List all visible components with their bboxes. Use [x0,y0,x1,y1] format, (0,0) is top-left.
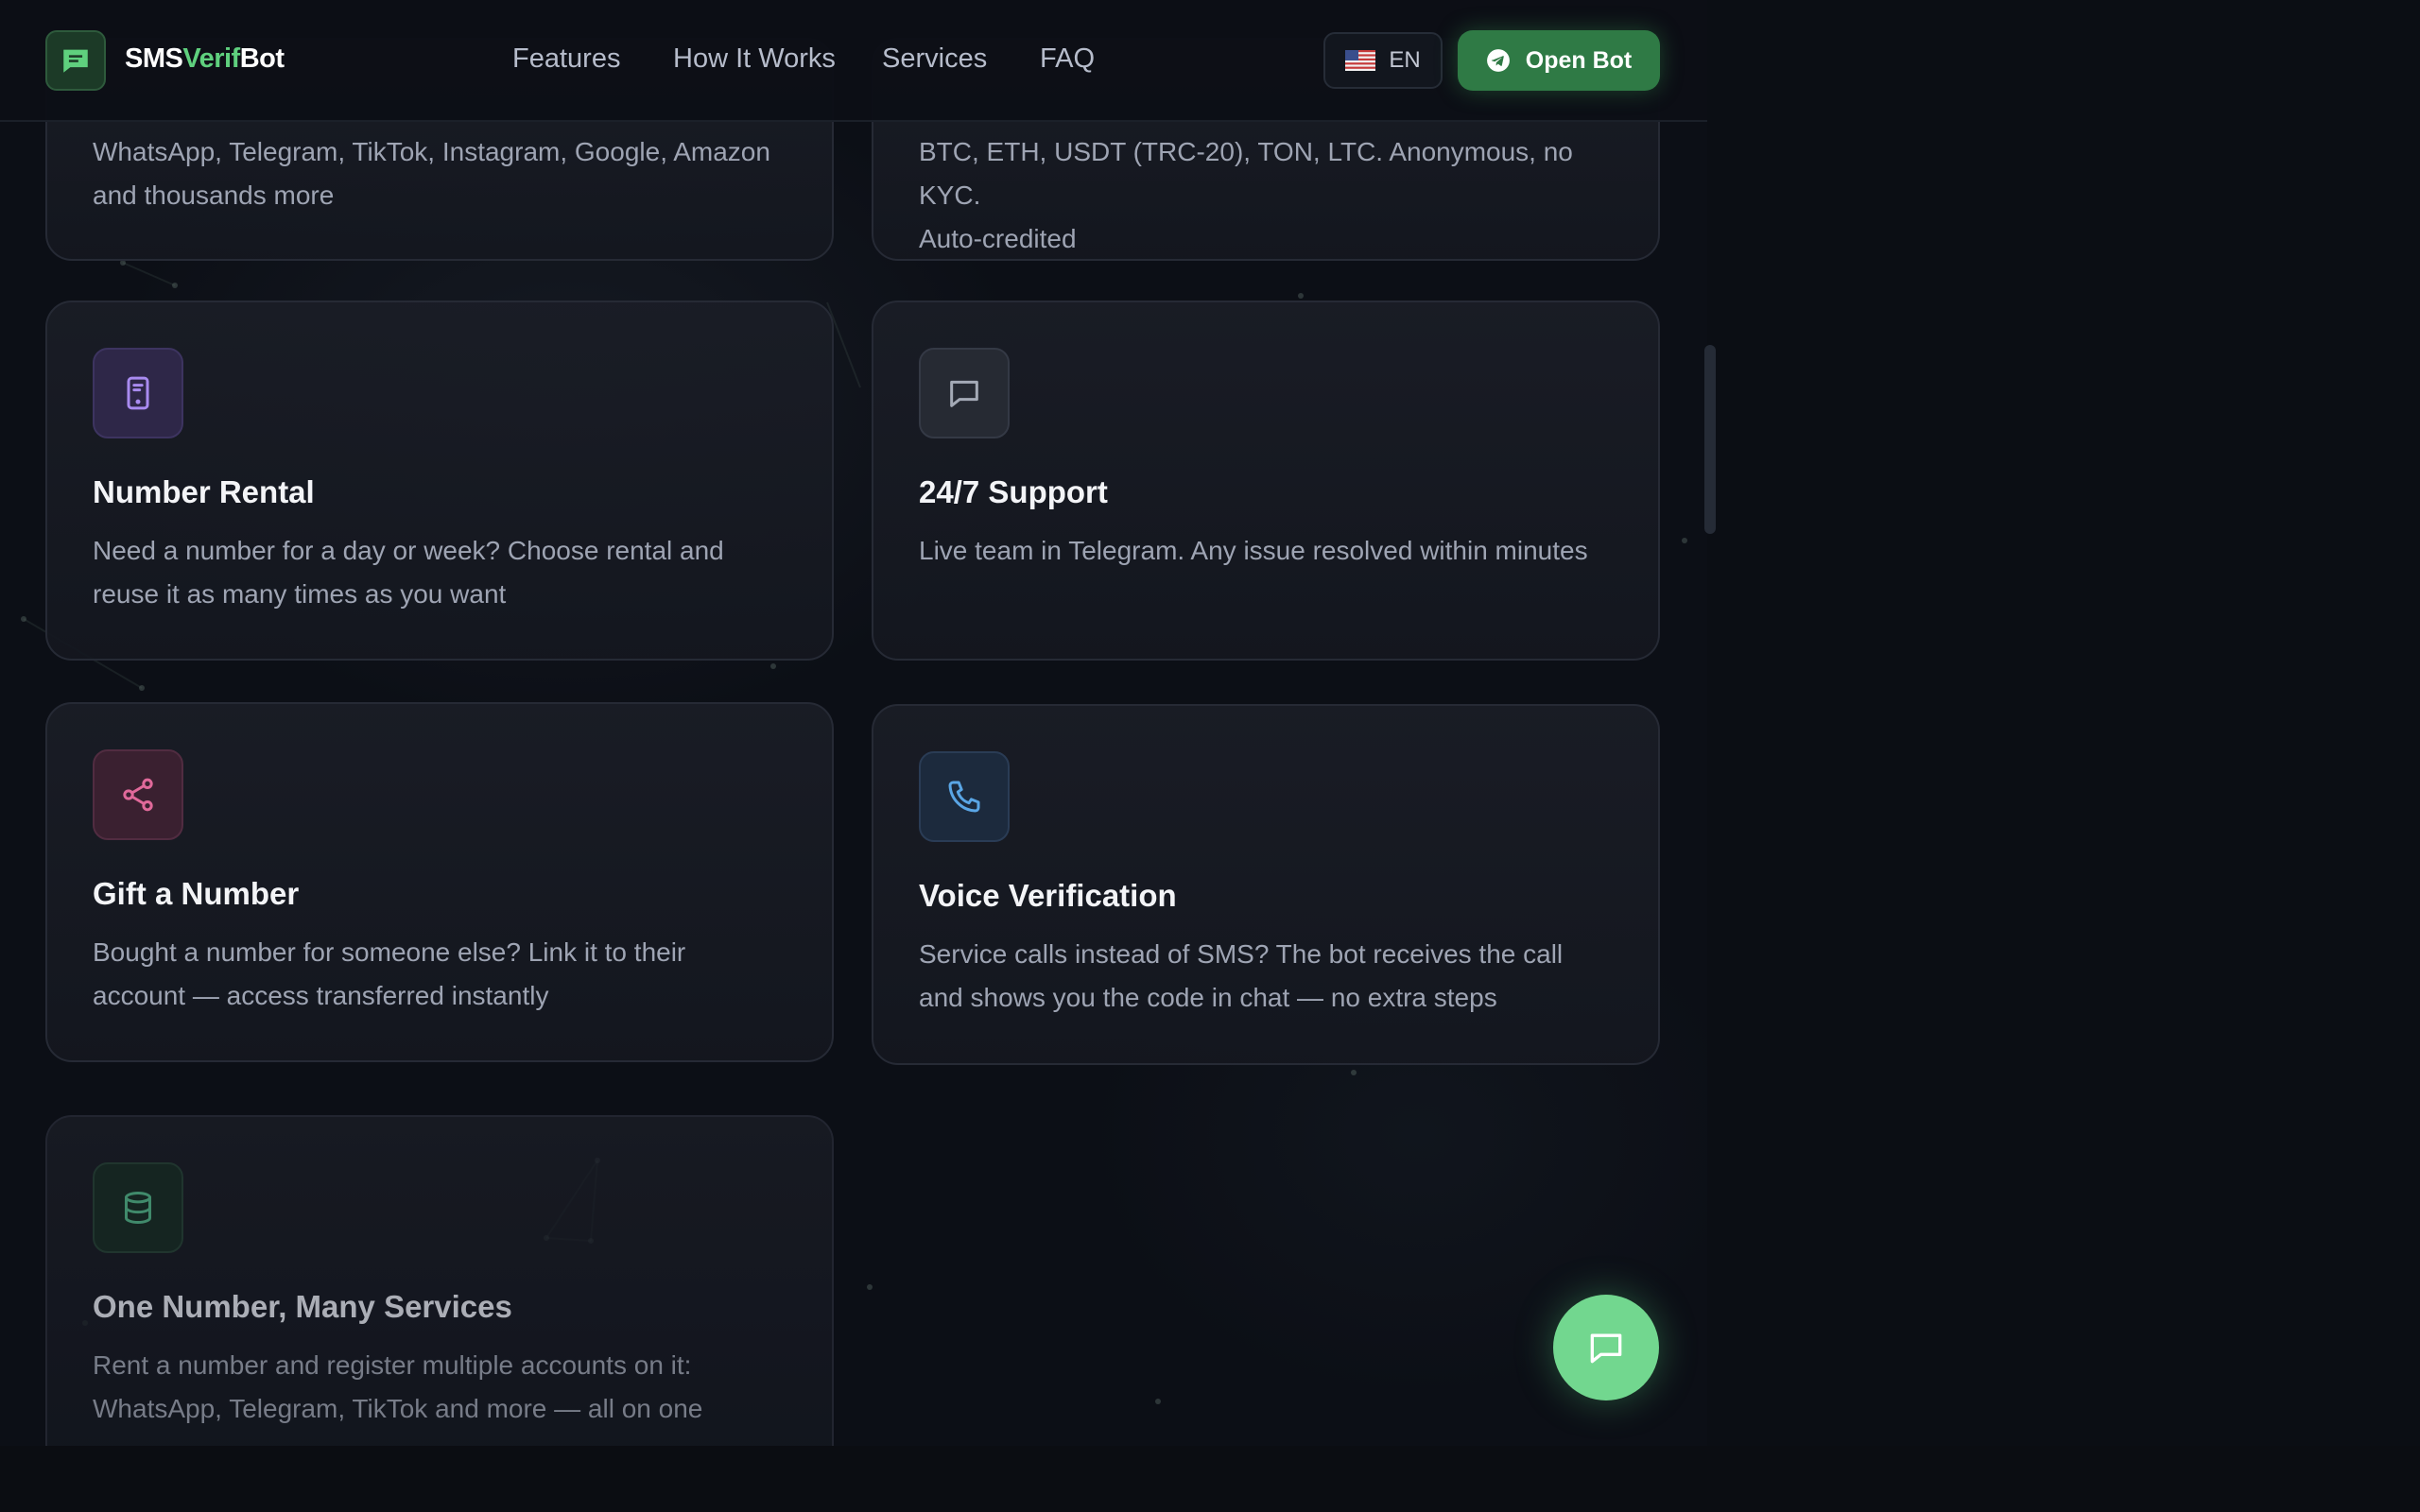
feature-title: Voice Verification [919,878,1177,913]
feature-title: Number Rental [93,474,315,509]
feature-card-support: 24/7 Support Live team in Telegram. Any … [872,301,1660,661]
brand-name[interactable]: SMSVerifBot [125,43,285,75]
nav-link-faq[interactable]: FAQ [1040,43,1095,75]
database-icon [93,1162,183,1253]
message-logo-icon [63,49,88,73]
nav-link-features[interactable]: Features [512,43,620,75]
language-selector[interactable]: EN [1323,32,1443,89]
page-bottom-area [0,1446,2420,1512]
feature-card-gift-number: Gift a Number Bought a number for someon… [45,702,834,1062]
feature-card-number-rental: Number Rental Need a number for a day or… [45,301,834,661]
feature-description: WhatsApp, Telegram, TikTok, Instagram, G… [93,137,770,210]
chat-fab-button[interactable] [1553,1295,1659,1400]
us-flag-icon [1345,50,1376,71]
feature-description: Need a number for a day or week? Choose … [93,536,724,609]
scrollbar-thumb[interactable] [1704,345,1716,534]
feature-title: 24/7 Support [919,474,1108,509]
telegram-icon [1486,49,1510,72]
feature-description: Bought a number for someone else? Link i… [93,937,686,1010]
feature-title: One Number, Many Services [93,1289,512,1324]
chat-bubble-icon [919,348,1010,438]
chat-bubble-icon [1590,1333,1622,1364]
open-bot-label: Open Bot [1525,46,1633,74]
nav-link-services[interactable]: Services [882,43,987,75]
feature-card-one-number-many-services: One Number, Many Services Rent a number … [45,1115,834,1446]
phone-call-icon [919,751,1010,842]
logo[interactable] [45,30,106,91]
open-bot-button[interactable]: Open Bot [1458,30,1660,91]
language-code: EN [1389,47,1421,73]
feature-description: Service calls instead of SMS? The bot re… [919,939,1564,1012]
feature-description: BTC, ETH, USDT (TRC-20), TON, LTC. Anony… [919,137,1573,253]
share-icon [93,749,183,840]
feature-title: Gift a Number [93,876,300,911]
top-navbar: SMSVerifBot Features How It Works Servic… [0,0,1707,122]
nav-link-how-it-works[interactable]: How It Works [673,43,836,75]
page-viewport: WhatsApp, Telegram, TikTok, Instagram, G… [0,0,1707,1446]
phone-device-icon [93,348,183,438]
feature-card-voice-verification: Voice Verification Service calls instead… [872,704,1660,1065]
feature-description: Live team in Telegram. Any issue resolve… [919,536,1588,565]
feature-description: Rent a number and register multiple acco… [93,1350,703,1423]
